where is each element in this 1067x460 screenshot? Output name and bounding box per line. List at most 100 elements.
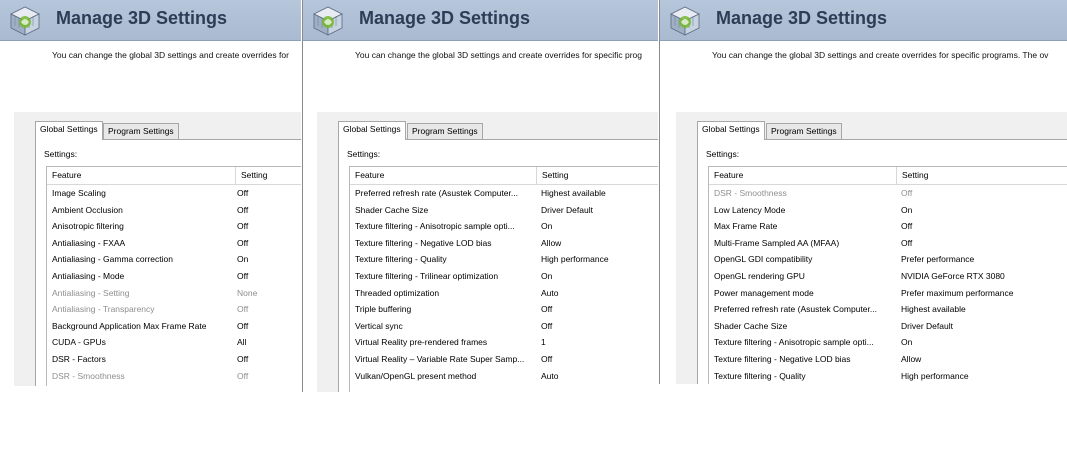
table-row[interactable]: Shader Cache Size Driver Default xyxy=(709,318,1067,335)
table-row[interactable]: Preferred refresh rate (Asustek Computer… xyxy=(709,301,1067,318)
feature-cell: Multi-Frame Sampled AA (MFAA) xyxy=(714,237,840,248)
setting-value-cell[interactable]: On xyxy=(541,268,552,285)
table-row[interactable]: Threaded optimization Auto xyxy=(350,285,658,302)
setting-value-cell[interactable]: Off xyxy=(237,235,248,252)
manage-3d-settings-panel: Manage 3D Settings You can change the gl… xyxy=(659,0,1067,384)
column-header-setting[interactable]: Setting xyxy=(896,167,928,185)
feature-cell: Antialiasing - FXAA xyxy=(52,237,126,248)
table-row[interactable]: Texture filtering - Anisotropic sample o… xyxy=(350,218,658,235)
setting-value-cell[interactable]: Auto xyxy=(541,368,559,385)
setting-value-cell[interactable]: Off xyxy=(901,235,912,252)
setting-value-cell[interactable]: On xyxy=(901,334,912,351)
setting-value-cell[interactable]: Driver Default xyxy=(901,318,953,335)
column-header-setting[interactable]: Setting xyxy=(235,167,267,185)
setting-value-cell[interactable]: Off xyxy=(901,218,912,235)
setting-value-cell[interactable]: Allow xyxy=(541,235,561,252)
setting-value-cell[interactable]: Driver Default xyxy=(541,202,593,219)
table-row[interactable]: OpenGL GDI compatibility Prefer performan… xyxy=(709,251,1067,268)
table-row[interactable]: Antialiasing - Setting None xyxy=(47,285,301,302)
table-row[interactable]: Vulkan/OpenGL present method Auto xyxy=(350,368,658,385)
table-row[interactable]: Virtual Reality pre-rendered frames 1 xyxy=(350,334,658,351)
table-row[interactable]: Vertical sync Off xyxy=(350,318,658,335)
feature-cell: Anisotropic filtering xyxy=(52,221,124,232)
table-row[interactable]: Antialiasing - FXAA Off xyxy=(47,235,301,252)
table-row[interactable]: Antialiasing - Gamma correction On xyxy=(47,251,301,268)
page-description: You can change the global 3D settings an… xyxy=(52,50,289,60)
column-header-feature[interactable]: Feature xyxy=(350,167,384,185)
setting-value-cell[interactable]: High performance xyxy=(901,368,969,384)
table-row[interactable]: Triple buffering Off xyxy=(350,301,658,318)
table-row[interactable]: Ambient Occlusion Off xyxy=(47,202,301,219)
table-row[interactable]: Background Application Max Frame Rate Off xyxy=(47,318,301,335)
setting-value-cell: Off xyxy=(237,370,249,381)
table-row[interactable]: Texture filtering - Quality High performa… xyxy=(709,368,1067,384)
tab-program-settings[interactable]: Program Settings xyxy=(103,123,179,139)
setting-value-cell[interactable]: All xyxy=(237,334,246,351)
table-row[interactable]: Antialiasing - Mode Off xyxy=(47,268,301,285)
settings-table: Feature Setting Preferred refresh rate (… xyxy=(349,166,658,392)
setting-value-cell[interactable]: Off xyxy=(541,318,552,335)
setting-value-cell[interactable]: Off xyxy=(237,351,248,368)
setting-value-cell[interactable]: Auto xyxy=(541,285,559,302)
column-header-feature[interactable]: Feature xyxy=(709,167,743,185)
table-header: Feature Setting xyxy=(350,167,658,185)
table-row[interactable]: Texture filtering - Negative LOD bias All… xyxy=(350,235,658,252)
tab-program-settings[interactable]: Program Settings xyxy=(407,123,483,139)
table-row[interactable]: Anisotropic filtering Off xyxy=(47,218,301,235)
table-row[interactable]: Low Latency Mode On xyxy=(709,202,1067,219)
feature-cell: Texture filtering - Quality xyxy=(714,370,806,381)
setting-value-cell[interactable]: Prefer performance xyxy=(901,251,974,268)
table-row[interactable]: Shader Cache Size Driver Default xyxy=(350,202,658,219)
table-row[interactable]: Multi-Frame Sampled AA (MFAA) Off xyxy=(709,235,1067,252)
setting-value-cell[interactable]: Off xyxy=(541,301,552,318)
setting-value-cell[interactable]: On xyxy=(541,218,552,235)
setting-value-cell[interactable]: 1 xyxy=(541,334,546,351)
table-row[interactable]: Max Frame Rate Off xyxy=(709,218,1067,235)
setting-value-cell[interactable]: Off xyxy=(237,268,248,285)
table-row[interactable]: Texture filtering - Trilinear optimizati… xyxy=(350,268,658,285)
tab-global-settings[interactable]: Global Settings xyxy=(697,121,765,140)
tab-program-settings[interactable]: Program Settings xyxy=(766,123,842,139)
tab-global-settings[interactable]: Global Settings xyxy=(338,121,406,140)
feature-cell: Max Frame Rate xyxy=(714,221,778,232)
table-row[interactable]: Antialiasing - Transparency Off xyxy=(47,301,301,318)
feature-cell: Texture filtering - Anisotropic sample o… xyxy=(355,221,515,232)
setting-value-cell[interactable]: Prefer maximum performance xyxy=(901,285,1013,302)
setting-value-cell[interactable]: Off xyxy=(237,218,248,235)
page-title: Manage 3D Settings xyxy=(359,8,531,28)
table-row[interactable]: DSR - Smoothness Off xyxy=(47,368,301,385)
setting-value-cell[interactable]: Highest available xyxy=(901,301,966,318)
setting-value-cell: None xyxy=(237,287,258,298)
tab-content: Settings: Feature Setting Preferred refr… xyxy=(338,139,658,392)
setting-value-cell[interactable]: Highest available xyxy=(541,185,606,202)
table-row[interactable]: Texture filtering - Negative LOD bias All… xyxy=(709,351,1067,368)
table-row[interactable]: Preferred refresh rate (Asustek Computer… xyxy=(350,185,658,202)
table-row[interactable]: Power management mode Prefer maximum perf… xyxy=(709,285,1067,302)
setting-value-cell[interactable]: NVIDIA GeForce RTX 3080 xyxy=(901,268,1005,285)
tab-global-settings[interactable]: Global Settings xyxy=(35,121,103,140)
table-row[interactable]: Image Scaling Off xyxy=(47,185,301,202)
table-row[interactable]: DSR - Factors Off xyxy=(47,351,301,368)
setting-value-cell[interactable]: High performance xyxy=(541,251,609,268)
table-row[interactable]: Texture filtering - Quality High performa… xyxy=(350,251,658,268)
feature-cell: Power management mode xyxy=(714,287,814,298)
setting-value-cell[interactable]: Off xyxy=(541,351,552,368)
column-header-setting[interactable]: Setting xyxy=(536,167,568,185)
setting-value-cell[interactable]: Allow xyxy=(901,351,921,368)
setting-value-cell[interactable]: On xyxy=(901,202,912,219)
setting-value-cell[interactable]: Off xyxy=(237,202,248,219)
setting-value-cell[interactable]: On xyxy=(237,251,248,268)
table-header: Feature Setting xyxy=(47,167,301,185)
3d-settings-icon xyxy=(313,6,343,36)
table-row[interactable]: Virtual Reality – Variable Rate Super Sa… xyxy=(350,351,658,368)
column-header-feature[interactable]: Feature xyxy=(47,167,81,185)
table-row[interactable]: DSR - Smoothness Off xyxy=(709,185,1067,202)
table-row[interactable]: Texture filtering - Anisotropic sample o… xyxy=(709,334,1067,351)
table-row[interactable]: CUDA - GPUs All xyxy=(47,334,301,351)
setting-value-cell[interactable]: Off xyxy=(237,185,248,202)
table-row[interactable]: OpenGL rendering GPU NVIDIA GeForce RTX 3… xyxy=(709,268,1067,285)
manage-3d-settings-panel: Manage 3D Settings You can change the gl… xyxy=(0,0,301,386)
setting-value-cell[interactable]: Off xyxy=(237,318,248,335)
settings-label: Settings: xyxy=(44,149,78,159)
setting-value-cell: Off xyxy=(901,188,913,198)
